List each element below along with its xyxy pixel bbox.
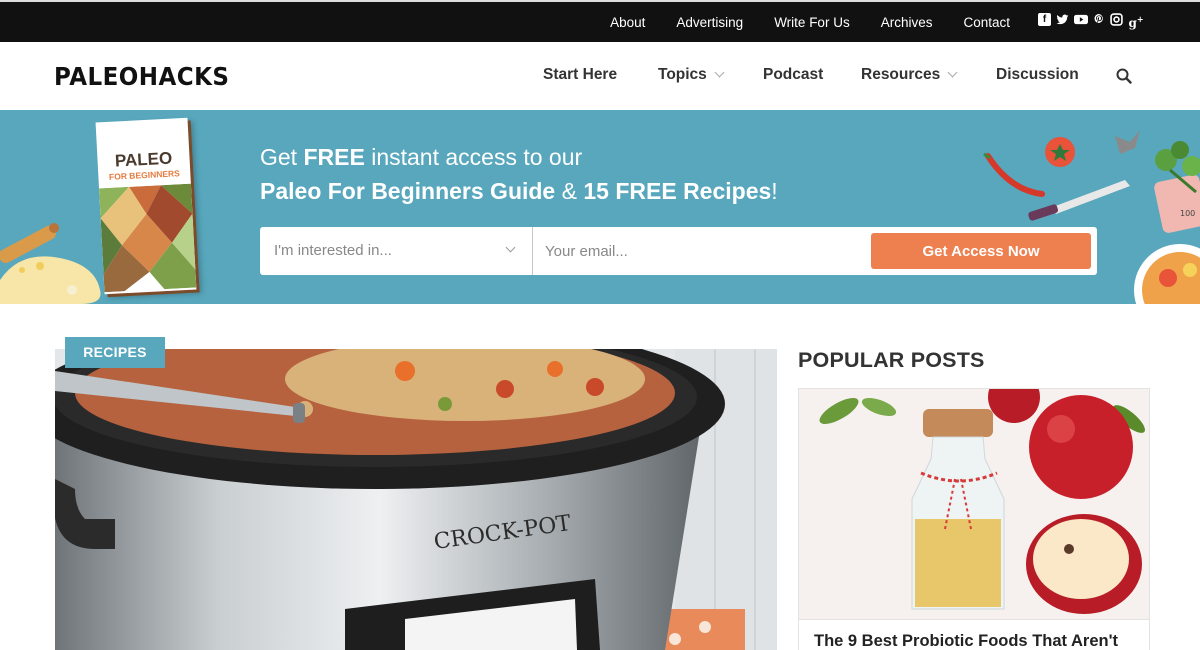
nav-topics-label: Topics bbox=[658, 66, 707, 83]
category-tag-recipes[interactable]: RECIPES bbox=[65, 337, 165, 368]
chevron-down-icon bbox=[714, 67, 725, 78]
main-nav: Start Here Topics Podcast Resources Disc… bbox=[0, 66, 1200, 86]
ebook-cover: PALEO FOR BEGINNERS bbox=[95, 117, 197, 295]
nav-start-here[interactable]: Start Here bbox=[543, 66, 617, 84]
youtube-icon[interactable] bbox=[1074, 13, 1088, 26]
baking-illustration bbox=[0, 223, 101, 304]
promo-headline-1: Get FREE instant access to our bbox=[260, 144, 582, 171]
popular-posts-title: POPULAR POSTS bbox=[798, 348, 985, 372]
chevron-down-icon bbox=[505, 242, 516, 253]
pinterest-icon[interactable] bbox=[1092, 13, 1105, 26]
email-field[interactable] bbox=[534, 227, 864, 275]
popular-post-image[interactable] bbox=[798, 388, 1150, 620]
instagram-icon[interactable] bbox=[1110, 13, 1123, 26]
popular-post-title[interactable]: The 9 Best Probiotic Foods That Aren't bbox=[814, 632, 1118, 650]
chevron-down-icon bbox=[947, 67, 958, 78]
signup-form: I'm interested in... Get Access Now bbox=[260, 227, 1097, 275]
nav-start-here-label: Start Here bbox=[543, 66, 618, 83]
nav-podcast[interactable]: Podcast bbox=[763, 66, 823, 84]
top-link-about[interactable]: About bbox=[610, 15, 645, 30]
promo-headline-1-end: instant access to our bbox=[364, 144, 583, 170]
social-icons: f g+ bbox=[1038, 13, 1144, 30]
nav-resources-label: Resources bbox=[861, 66, 941, 83]
promo-headline-1-bold: FREE bbox=[303, 144, 365, 170]
promo-headline-1-text: Get bbox=[260, 144, 304, 170]
twitter-icon[interactable] bbox=[1056, 13, 1069, 26]
search-icon[interactable] bbox=[1116, 68, 1132, 84]
site-header: PALEOHACKS Start Here Topics Podcast Res… bbox=[0, 42, 1200, 110]
promo-headline-2: Paleo For Beginners Guide & 15 FREE Reci… bbox=[260, 178, 778, 205]
nav-topics[interactable]: Topics bbox=[658, 66, 725, 84]
top-link-write-for-us[interactable]: Write For Us bbox=[774, 15, 850, 30]
top-link-contact[interactable]: Contact bbox=[963, 15, 1010, 30]
promo-banner: PALEO FOR BEGINNERS Get FREE instant acc… bbox=[0, 110, 1200, 304]
interest-select-placeholder: I'm interested in... bbox=[274, 242, 392, 259]
promo-headline-2-end: ! bbox=[771, 178, 778, 204]
google-plus-icon[interactable]: g+ bbox=[1128, 13, 1144, 30]
promo-recipes-count: 15 FREE Recipes bbox=[583, 178, 772, 204]
price-tag-number: 100 bbox=[1180, 209, 1195, 218]
nav-podcast-label: Podcast bbox=[763, 66, 824, 83]
promo-guide-name: Paleo For Beginners Guide bbox=[260, 178, 556, 204]
nav-discussion[interactable]: Discussion bbox=[996, 66, 1079, 84]
top-link-archives[interactable]: Archives bbox=[881, 15, 933, 30]
nav-discussion-label: Discussion bbox=[996, 66, 1079, 83]
nav-resources[interactable]: Resources bbox=[861, 66, 958, 84]
featured-article-image[interactable]: CROCK-POT bbox=[55, 349, 777, 650]
top-bar: About Advertising Write For Us Archives … bbox=[0, 0, 1200, 42]
ebook-food-collage bbox=[99, 183, 197, 293]
kitchen-illustration: 100 bbox=[983, 130, 1200, 304]
facebook-icon[interactable]: f bbox=[1038, 13, 1051, 26]
top-link-advertising[interactable]: Advertising bbox=[676, 15, 743, 30]
promo-headline-2-mid: & bbox=[555, 178, 584, 204]
interest-select[interactable]: I'm interested in... bbox=[260, 227, 533, 275]
